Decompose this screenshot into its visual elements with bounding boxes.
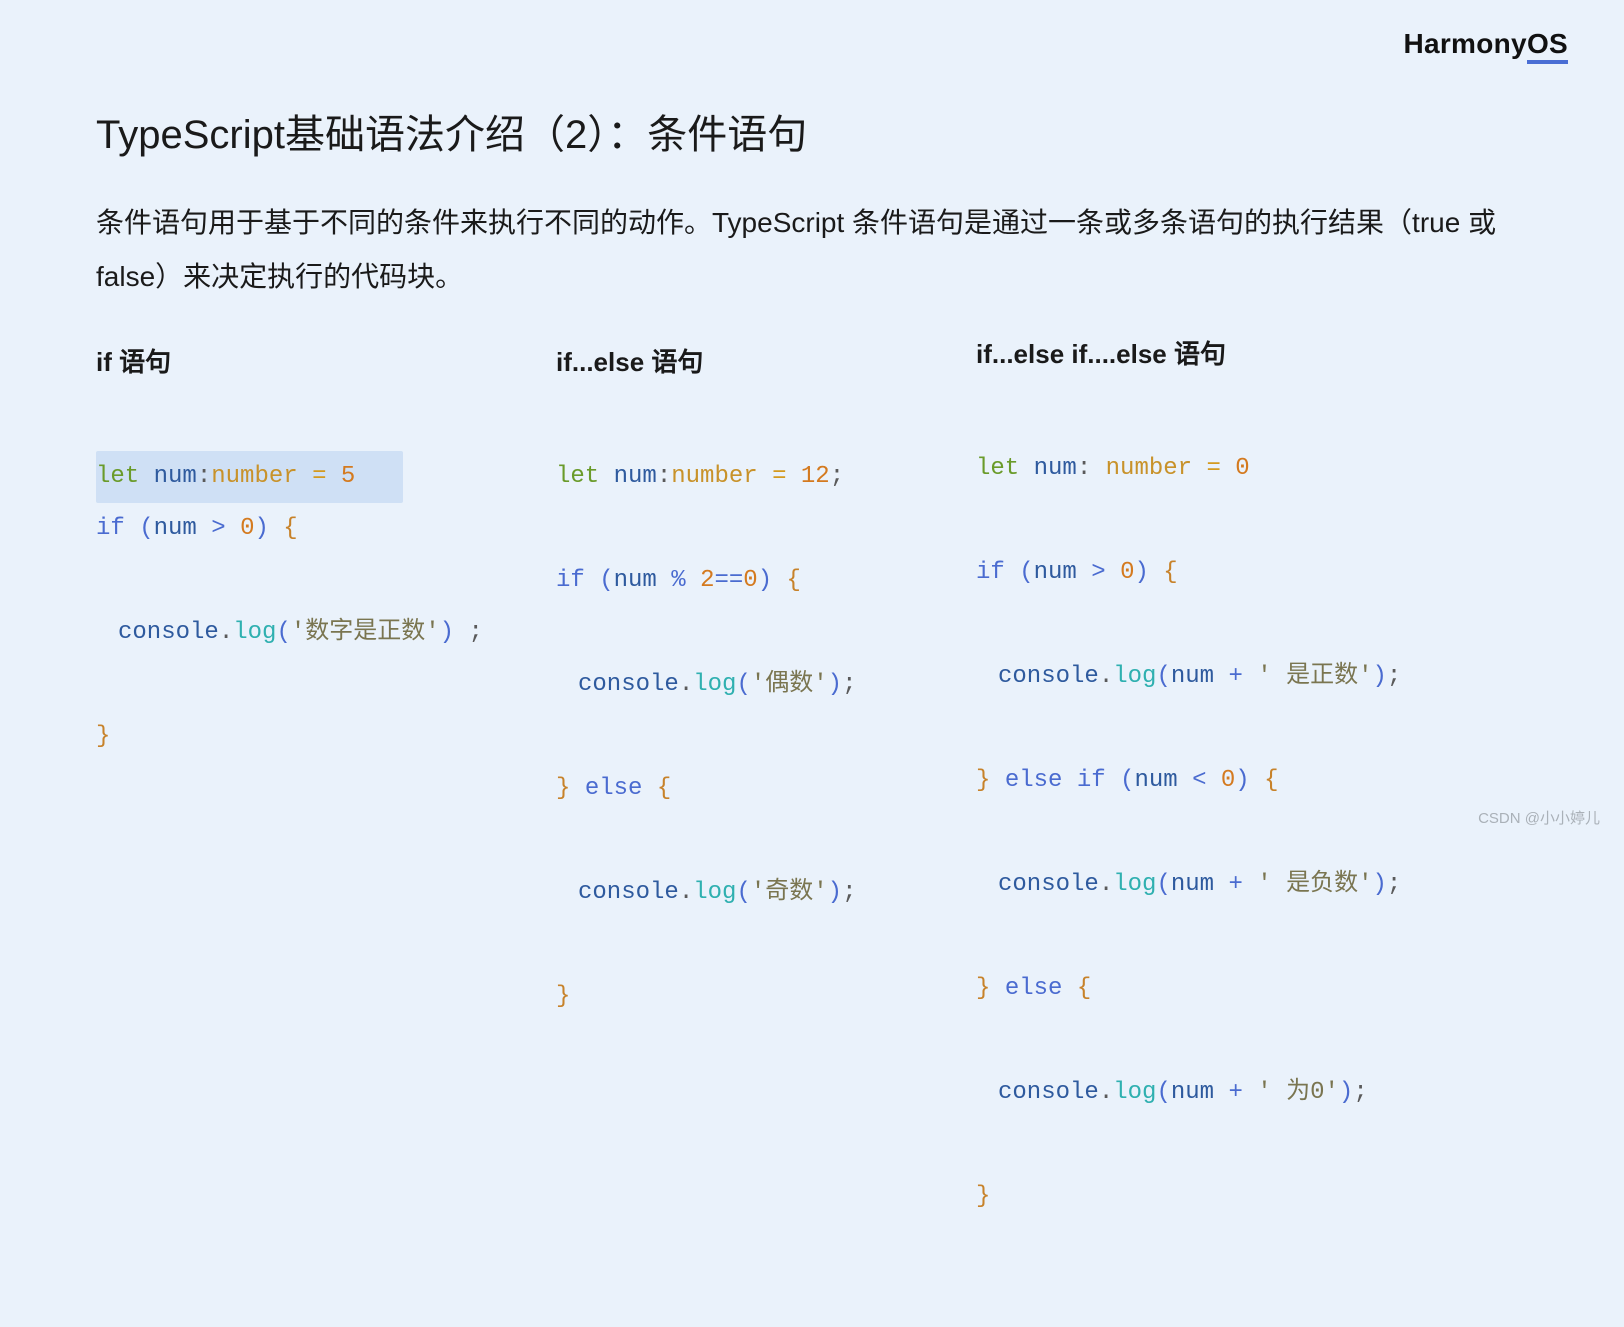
code-block-if-else: let num:number = 12; if (num % 2==0) { c… bbox=[556, 399, 976, 1127]
code-line: let num: number = 0 bbox=[976, 443, 1568, 495]
code-line: let num:number = 5 bbox=[96, 451, 403, 503]
code-line: if (num > 0) { bbox=[96, 503, 556, 555]
column-if: if 语句 let num:number = 5 if (num > 0) { … bbox=[96, 342, 556, 1327]
code-line: console.log('偶数'); bbox=[556, 659, 976, 711]
code-line: if (num % 2==0) { bbox=[556, 555, 976, 607]
code-columns: if 语句 let num:number = 5 if (num > 0) { … bbox=[96, 342, 1568, 1327]
code-line: console.log('奇数'); bbox=[556, 867, 976, 919]
heading-if: if 语句 bbox=[96, 342, 556, 379]
heading-if-else: if...else 语句 bbox=[556, 342, 976, 379]
code-line: console.log(num + ' 是正数'); bbox=[976, 651, 1568, 703]
heading-if-elseif-else: if...else if....else 语句 bbox=[976, 334, 1568, 371]
code-line: if (num > 0) { bbox=[976, 547, 1568, 599]
brand-logo: HarmonyOS bbox=[1403, 28, 1568, 60]
code-line: } else { bbox=[556, 763, 976, 815]
description-text: 条件语句用于基于不同的条件来执行不同的动作。TypeScript 条件语句是通过… bbox=[96, 196, 1528, 304]
watermark-text: CSDN @小小婷儿 bbox=[1478, 807, 1600, 828]
code-line: } bbox=[976, 1171, 1568, 1223]
code-line: } bbox=[556, 971, 976, 1023]
page-title: TypeScript基础语法介绍（2）：条件语句 bbox=[96, 102, 807, 160]
column-if-elseif-else: if...else if....else 语句 let num: number … bbox=[976, 342, 1568, 1327]
code-line: } else if (num < 0) { bbox=[976, 755, 1568, 807]
code-line: console.log(num + ' 为0'); bbox=[976, 1067, 1568, 1119]
code-line: console.log(num + ' 是负数'); bbox=[976, 859, 1568, 911]
code-line: console.log('数字是正数') ; bbox=[96, 607, 556, 659]
code-block-if-elseif-else: let num: number = 0 if (num > 0) { conso… bbox=[976, 391, 1568, 1327]
code-line: } else { bbox=[976, 963, 1568, 1015]
column-if-else: if...else 语句 let num:number = 12; if (nu… bbox=[556, 342, 976, 1327]
code-line: } bbox=[96, 711, 556, 763]
code-block-if: let num:number = 5 if (num > 0) { consol… bbox=[96, 399, 556, 867]
code-line: let num:number = 12; bbox=[556, 451, 976, 503]
